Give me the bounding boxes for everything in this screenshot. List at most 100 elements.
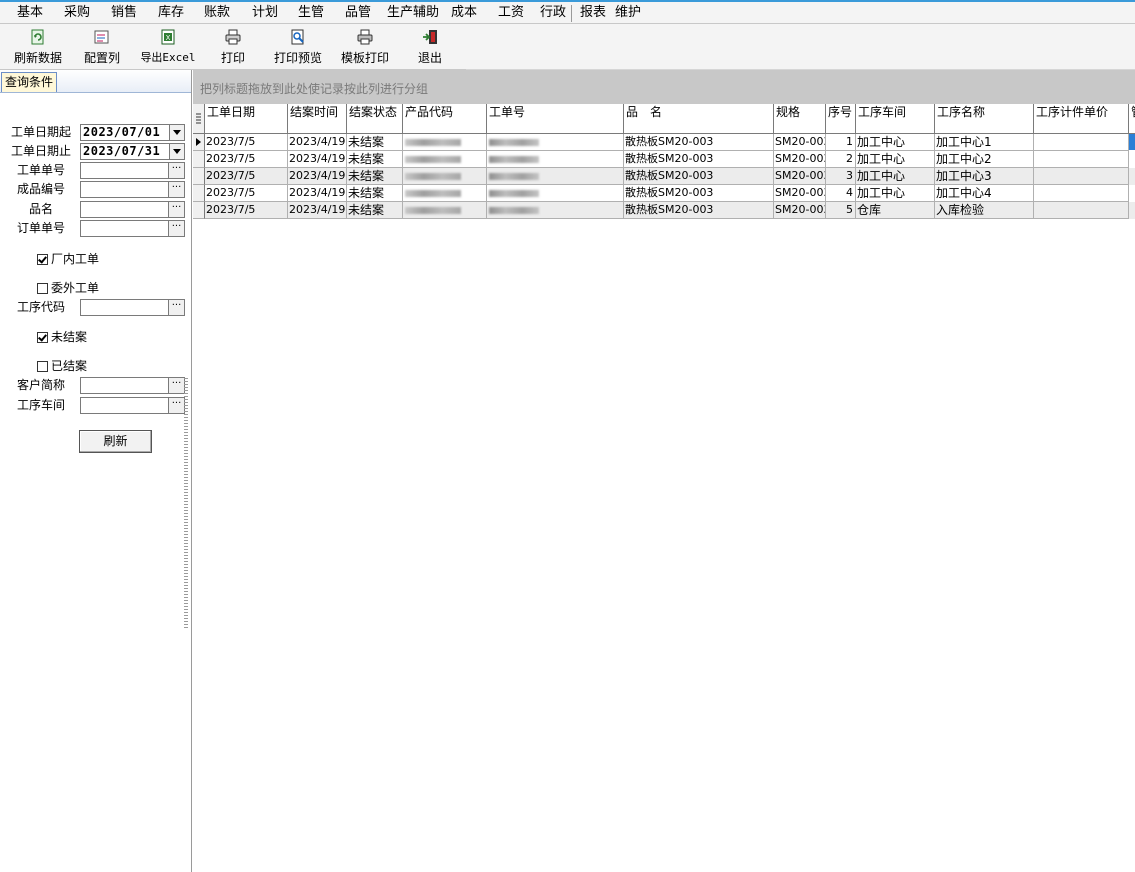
export-excel-button[interactable]: X 导出Excel [138, 27, 198, 67]
cell-order-date[interactable]: 2023/7/5 [205, 151, 288, 168]
cell-closed-time[interactable]: 2023/4/19 [288, 202, 347, 219]
cell-spec[interactable]: SM20-003 [774, 134, 826, 151]
menu-sales[interactable]: 销售 [111, 4, 137, 22]
cell-seq[interactable]: 3 [826, 168, 856, 185]
date-from-picker[interactable]: 2023/07/01 [80, 124, 185, 141]
menu-reports[interactable]: 报表 [580, 4, 606, 22]
refresh-data-button[interactable]: 刷新数据 [8, 27, 68, 67]
column-header-workshop[interactable]: 工序车间 [856, 104, 935, 134]
cell-seq[interactable]: 2 [826, 151, 856, 168]
menu-payroll[interactable]: 工资 [498, 4, 524, 22]
cell-piece-rate[interactable] [1034, 168, 1129, 185]
column-chooser-icon[interactable] [193, 104, 205, 134]
process-code-input[interactable]: ··· [80, 299, 185, 316]
cell-status[interactable]: 未结案 [347, 151, 403, 168]
column-header-product-name[interactable]: 品 名 [624, 104, 774, 134]
column-header-closed-status[interactable]: 结案状态 [347, 104, 403, 134]
menu-quality[interactable]: 品管 [345, 4, 371, 22]
cell-product-code-redacted[interactable] [403, 151, 487, 168]
cell-process-name[interactable]: 加工中心2 [935, 151, 1034, 168]
cell-work-order-redacted[interactable] [487, 168, 624, 185]
cell-spec[interactable]: SM20-003 [774, 151, 826, 168]
cell-workshop[interactable]: 加工中心 [856, 134, 935, 151]
sales-order-input[interactable]: ··· [80, 220, 185, 237]
column-header-closed-time[interactable]: 结案时间 [288, 104, 347, 134]
row-indicator[interactable] [193, 168, 205, 185]
cell-process-name[interactable]: 加工中心1 [935, 134, 1034, 151]
cell-closed-time[interactable]: 2023/4/19 [288, 168, 347, 185]
cell-status[interactable]: 未结案 [347, 185, 403, 202]
cell-product-name[interactable]: 散热板SM20-003 [624, 151, 774, 168]
workshop-input[interactable]: ··· [80, 397, 185, 414]
menu-basic[interactable]: 基本 [17, 4, 43, 22]
cell-status[interactable]: 未结案 [347, 202, 403, 219]
cell-work-order-redacted[interactable] [487, 134, 624, 151]
cell-process-name[interactable]: 加工中心3 [935, 168, 1034, 185]
menu-accounts[interactable]: 账款 [204, 4, 230, 22]
cell-piece-rate[interactable] [1034, 151, 1129, 168]
product-name-lookup-button[interactable]: ··· [168, 202, 184, 217]
menu-inventory[interactable]: 库存 [158, 4, 184, 22]
work-order-lookup-button[interactable]: ··· [168, 163, 184, 178]
table-row[interactable]: 2023/7/5 2023/4/19 未结案 散热板SM20-003 SM20-… [193, 151, 1135, 168]
cell-product-name[interactable]: 散热板SM20-003 [624, 134, 774, 151]
cell-seq[interactable]: 4 [826, 185, 856, 202]
table-row[interactable]: 2023/7/5 2023/4/19 未结案 散热板SM20-003 SM20-… [193, 134, 1135, 151]
template-print-button[interactable]: 模板打印 [338, 27, 392, 67]
menu-production-aux[interactable]: 生产辅助 [387, 4, 439, 22]
cell-order-date[interactable]: 2023/7/5 [205, 185, 288, 202]
date-from-dropdown-button[interactable] [169, 125, 184, 140]
row-indicator[interactable] [193, 185, 205, 202]
column-header-spec[interactable]: 规格 [774, 104, 826, 134]
cell-work-order-redacted[interactable] [487, 185, 624, 202]
column-header-truncated[interactable]: 管 [1129, 104, 1135, 134]
cell-product-code-redacted[interactable] [403, 168, 487, 185]
date-to-dropdown-button[interactable] [169, 144, 184, 159]
column-header-seq[interactable]: 序号 [826, 104, 856, 134]
cell-closed-time[interactable]: 2023/4/19 [288, 134, 347, 151]
workshop-lookup-button[interactable]: ··· [168, 398, 184, 413]
cell-workshop[interactable]: 加工中心 [856, 151, 935, 168]
cell-workshop[interactable]: 加工中心 [856, 168, 935, 185]
exit-button[interactable]: 退出 [412, 27, 448, 67]
panel-splitter[interactable] [184, 378, 188, 628]
open-status-checkbox[interactable]: 未结案 [37, 330, 87, 344]
column-header-order-date[interactable]: 工单日期 [205, 104, 288, 134]
menu-production-mgmt[interactable]: 生管 [298, 4, 324, 22]
in-house-checkbox[interactable]: 厂内工单 [37, 252, 99, 266]
cell-seq[interactable]: 1 [826, 134, 856, 151]
cell-order-date[interactable]: 2023/7/5 [205, 134, 288, 151]
cell-product-code-redacted[interactable] [403, 202, 487, 219]
menu-plan[interactable]: 计划 [252, 4, 278, 22]
group-by-panel[interactable]: 把列标题拖放到此处使记录按此列进行分组 [193, 70, 1135, 104]
row-indicator[interactable] [193, 134, 205, 151]
cell-piece-rate[interactable] [1034, 185, 1129, 202]
cell-product-name[interactable]: 散热板SM20-003 [624, 202, 774, 219]
product-no-input[interactable]: ··· [80, 181, 185, 198]
row-indicator[interactable] [193, 202, 205, 219]
closed-status-checkbox[interactable]: 已结案 [37, 359, 87, 373]
cell-process-name[interactable]: 加工中心4 [935, 185, 1034, 202]
menu-purchase[interactable]: 采购 [64, 4, 90, 22]
cell-seq[interactable]: 5 [826, 202, 856, 219]
table-row[interactable]: 2023/7/5 2023/4/19 未结案 散热板SM20-003 SM20-… [193, 168, 1135, 185]
refresh-button[interactable]: 刷新 [79, 430, 152, 453]
cell-order-date[interactable]: 2023/7/5 [205, 168, 288, 185]
row-indicator[interactable] [193, 151, 205, 168]
column-header-piece-rate[interactable]: 工序计件单价 [1034, 104, 1129, 134]
cell-status[interactable]: 未结案 [347, 134, 403, 151]
cell-work-order-redacted[interactable] [487, 202, 624, 219]
cell-product-code-redacted[interactable] [403, 185, 487, 202]
table-row[interactable]: 2023/7/5 2023/4/19 未结案 散热板SM20-003 SM20-… [193, 202, 1135, 219]
cell-spec[interactable]: SM20-003 [774, 202, 826, 219]
cell-work-order-redacted[interactable] [487, 151, 624, 168]
print-preview-button[interactable]: 打印预览 [270, 27, 326, 67]
cell-status[interactable]: 未结案 [347, 168, 403, 185]
product-no-lookup-button[interactable]: ··· [168, 182, 184, 197]
cell-piece-rate[interactable] [1034, 202, 1129, 219]
cell-closed-time[interactable]: 2023/4/19 [288, 185, 347, 202]
customer-input[interactable]: ··· [80, 377, 185, 394]
column-header-work-order-no[interactable]: 工单号 [487, 104, 624, 134]
tab-query-conditions[interactable]: 查询条件 [1, 72, 57, 92]
column-header-product-code[interactable]: 产品代码 [403, 104, 487, 134]
